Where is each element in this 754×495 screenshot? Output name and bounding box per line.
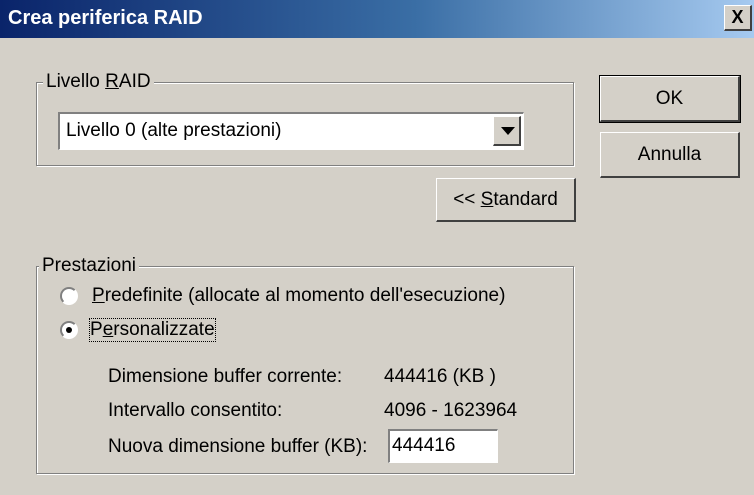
current-buffer-value: 444416 (KB ) — [384, 366, 496, 387]
performance-legend: Prestazioni — [39, 255, 139, 277]
raid-level-value: Livello 0 (alte prestazioni) — [66, 120, 282, 141]
current-buffer-label: Dimensione buffer corrente: — [108, 366, 343, 387]
option-default-label[interactable]: Predefinite (allocate al momento dell'es… — [92, 285, 505, 307]
radio-default[interactable] — [60, 287, 78, 305]
title-bar: Crea periferica RAID X — [0, 0, 754, 38]
close-button[interactable]: X — [724, 5, 752, 31]
new-buffer-label: Nuova dimensione buffer (KB): — [108, 436, 368, 457]
ok-button[interactable]: OK — [599, 75, 741, 123]
radio-custom[interactable] — [60, 321, 78, 339]
window-title: Crea periferica RAID — [8, 7, 203, 29]
cancel-button[interactable]: Annulla — [600, 132, 740, 178]
chevron-down-icon[interactable] — [493, 116, 521, 146]
raid-level-dropdown[interactable]: Livello 0 (alte prestazioni) — [58, 112, 524, 150]
option-custom-label[interactable]: Personalizzate — [89, 318, 216, 342]
allowed-range-value: 4096 - 1623964 — [384, 400, 518, 421]
allowed-range-label: Intervallo consentito: — [108, 400, 283, 421]
standard-button[interactable]: << Standard — [436, 178, 576, 222]
new-buffer-input[interactable]: 444416 — [388, 429, 498, 463]
raid-level-legend: Livello RAID — [43, 71, 154, 93]
